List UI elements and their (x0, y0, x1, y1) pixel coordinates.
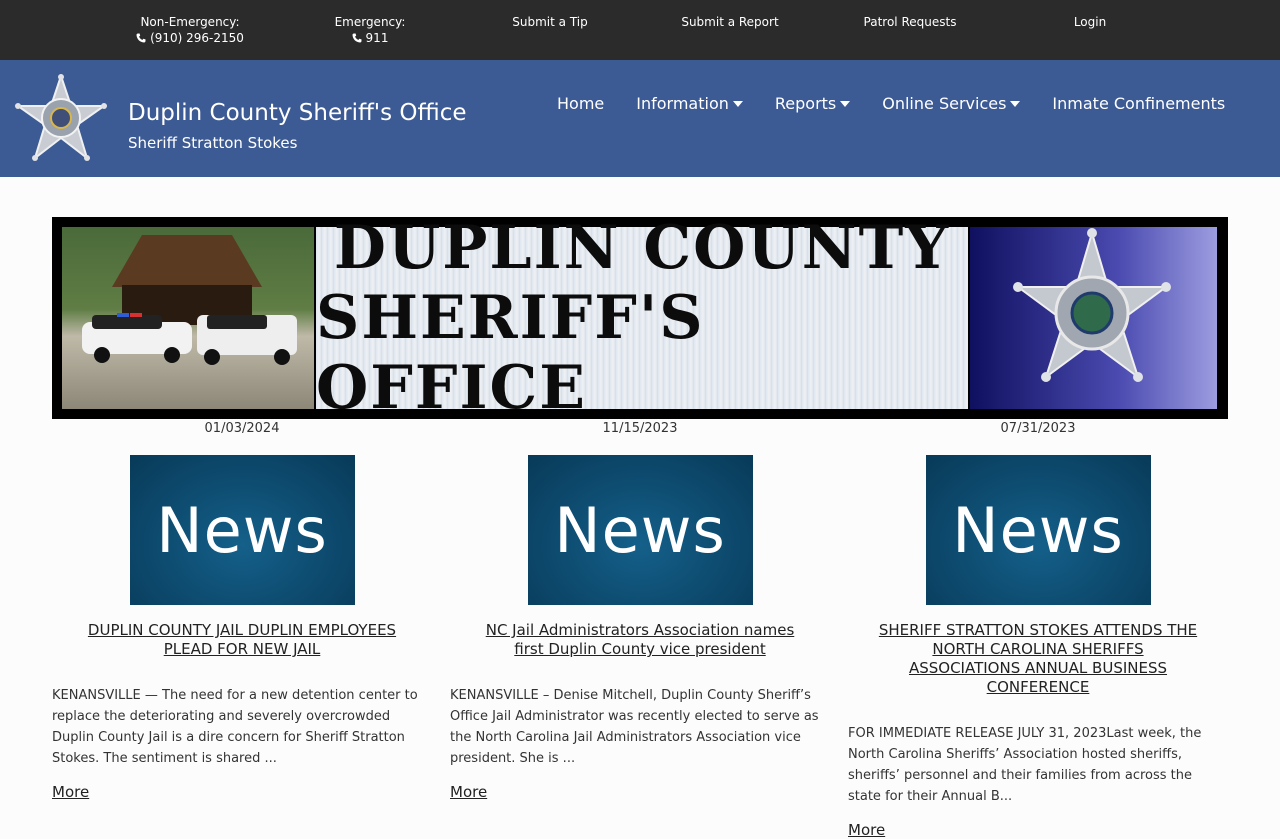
site-title[interactable]: Duplin County Sheriff's Office (128, 100, 467, 126)
banner-line-2: SHERIFF'S OFFICE (316, 283, 705, 423)
news-title-link[interactable]: NC Jail Administrators Association names… (450, 621, 830, 659)
patrol-cars-photo (62, 227, 314, 409)
non-emergency-contact[interactable]: Non-Emergency: (910) 296-2150 (130, 14, 250, 46)
news-excerpt: KENANSVILLE — The need for a new detenti… (52, 688, 418, 766)
nav-reports-label: Reports (774, 94, 837, 113)
news-thumbnail-label: News (156, 493, 328, 567)
nav-home-label: Home (557, 94, 605, 113)
phone-icon (352, 33, 362, 43)
nav-online-services[interactable]: Online Services (882, 94, 1021, 113)
nav-reports[interactable]: Reports (774, 94, 851, 113)
submit-report-link[interactable]: Submit a Report (670, 14, 790, 30)
news-thumbnail[interactable]: News (129, 455, 355, 605)
caret-down-icon (732, 100, 743, 107)
main-nav: Home Information Reports Online Services… (557, 94, 1257, 113)
banner-sign: DUPLIN COUNTY SHERIFF'S OFFICE (316, 213, 968, 423)
caret-down-icon (1010, 100, 1021, 107)
news-more-link[interactable]: More (450, 783, 830, 801)
site-header: Duplin County Sheriff's Office Sheriff S… (0, 60, 1280, 177)
news-more-link[interactable]: More (848, 821, 1228, 839)
news-thumbnail[interactable]: News (925, 455, 1151, 605)
submit-tip-link[interactable]: Submit a Tip (500, 14, 600, 30)
nav-inmate-confinements-label: Inmate Confinements (1052, 94, 1226, 113)
news-date: 07/31/2023 (1000, 421, 1076, 436)
news-date: 01/03/2024 (204, 421, 280, 436)
nav-information-label: Information (636, 94, 729, 113)
emergency-phone: 911 (365, 31, 389, 45)
news-excerpt: FOR IMMEDIATE RELEASE JULY 31, 2023Last … (848, 726, 1202, 804)
nav-online-services-label: Online Services (882, 94, 1007, 113)
news-date: 11/15/2023 (602, 421, 678, 436)
non-emergency-phone: (910) 296-2150 (150, 31, 244, 45)
caret-down-icon (840, 100, 851, 107)
non-emergency-label: Non-Emergency: (140, 15, 240, 29)
nav-inmate-confinements[interactable]: Inmate Confinements (1052, 94, 1225, 113)
news-more-link[interactable]: More (52, 783, 432, 801)
sheriff-star-icon (1013, 228, 1171, 382)
news-card: 11/15/2023 News NC Jail Administrators A… (450, 421, 830, 801)
top-utility-bar: Non-Emergency: (910) 296-2150 Emergency:… (0, 0, 1280, 60)
news-excerpt: KENANSVILLE – Denise Mitchell, Duplin Co… (450, 688, 819, 766)
patrol-requests-link[interactable]: Patrol Requests (850, 14, 970, 30)
phone-icon (136, 33, 146, 43)
hero-banner: DUPLIN COUNTY SHERIFF'S OFFICE (52, 213, 1228, 423)
news-title-link[interactable]: SHERIFF STRATTON STOKES ATTENDS THE NORT… (848, 621, 1228, 697)
site-subtitle: Sheriff Stratton Stokes (128, 134, 298, 152)
sheriff-star-badge[interactable] (14, 74, 108, 166)
nav-information[interactable]: Information (636, 94, 743, 113)
login-link[interactable]: Login (1060, 14, 1120, 30)
nav-home[interactable]: Home (557, 94, 604, 113)
news-card: 07/31/2023 News SHERIFF STRATTON STOKES … (848, 421, 1228, 839)
news-thumbnail-label: News (952, 493, 1124, 567)
news-thumbnail-label: News (554, 493, 726, 567)
banner-line-1: DUPLIN COUNTY (333, 213, 951, 283)
news-title-link[interactable]: DUPLIN COUNTY JAIL DUPLIN EMPLOYEES PLEA… (52, 621, 432, 659)
patrol-cars-illustration (82, 235, 297, 365)
news-card: 01/03/2024 News DUPLIN COUNTY JAIL DUPLI… (52, 421, 432, 801)
banner-star-panel (970, 227, 1217, 409)
emergency-label: Emergency: (334, 15, 406, 29)
emergency-contact[interactable]: Emergency: 911 (320, 14, 420, 46)
news-thumbnail[interactable]: News (527, 455, 753, 605)
